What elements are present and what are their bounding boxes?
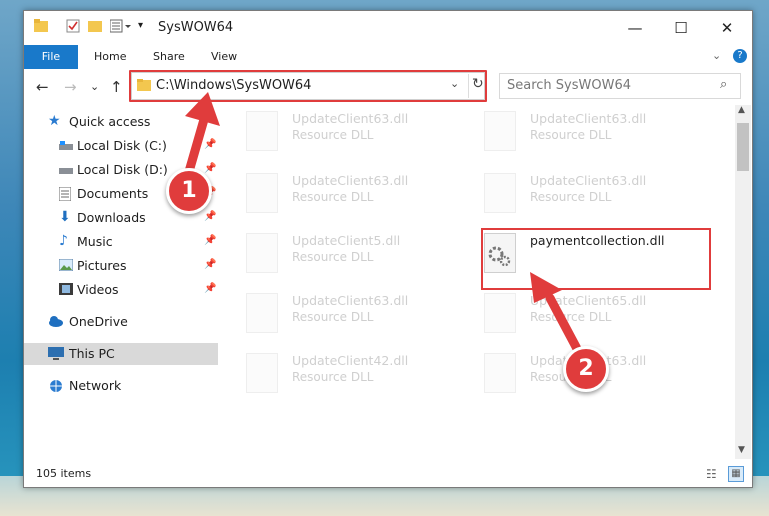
pin-icon: 📌 [204, 139, 217, 150]
search-icon[interactable]: ⌕ [720, 77, 727, 92]
forward-icon[interactable]: → [64, 78, 77, 96]
close-button[interactable]: ✕ [704, 15, 750, 41]
sidebar-item-network[interactable]: Network [24, 375, 218, 397]
scrollbar-thumb[interactable] [737, 123, 749, 171]
sidebar-item-this-pc[interactable]: This PC [24, 343, 218, 365]
scroll-down-icon[interactable]: ▼ [738, 445, 745, 455]
status-bar: 105 items ☷ ▦ [24, 463, 752, 487]
list-item[interactable]: UpdateClient63.dll Resource DLL [246, 293, 466, 347]
documents-icon [58, 186, 73, 202]
help-icon[interactable]: ? [733, 49, 747, 63]
drive-icon [59, 139, 73, 153]
list-item[interactable]: UpdateClient63.dll Resource DLL [484, 173, 704, 227]
list-item[interactable]: UpdateClient63.dll Resource DLL [246, 173, 466, 227]
pin-icon: 📌 [204, 211, 217, 222]
minimize-button[interactable]: — [612, 15, 658, 41]
large-icons-view-icon[interactable]: ▦ [728, 466, 744, 482]
list-item[interactable]: UpdateClient63.dll Resource DLL [246, 111, 466, 165]
cloud-icon [48, 315, 63, 329]
sidebar-item-onedrive[interactable]: OneDrive [24, 311, 218, 333]
title-bar: ▾ SysWOW64 — ☐ ✕ [24, 11, 752, 45]
star-icon: ★ [48, 113, 61, 129]
item-count: 105 items [36, 467, 92, 480]
maximize-button[interactable]: ☐ [658, 15, 704, 41]
list-item[interactable]: UpdateClient63.dll Resource DLL [484, 111, 704, 165]
dll-file-icon [484, 111, 516, 151]
sidebar-item-videos[interactable]: Videos 📌 [24, 279, 218, 301]
recent-locations-icon[interactable]: ⌄ [90, 80, 99, 93]
explorer-window: ▾ SysWOW64 — ☐ ✕ File Home Share View ⌄ … [23, 10, 753, 488]
pin-icon: 📌 [204, 259, 217, 270]
dll-file-icon [484, 173, 516, 213]
details-view-icon[interactable]: ☷ [706, 467, 717, 481]
pin-icon: 📌 [204, 163, 217, 174]
dll-file-icon [484, 353, 516, 393]
folder-icon [34, 19, 48, 36]
videos-icon [59, 283, 73, 297]
sidebar-item-local-disk-c[interactable]: Local Disk (C:) 📌 [24, 135, 218, 157]
address-row: ← → ⌄ ↑ C:\Windows\SysWOW64 ⌄ ↻ Search S… [24, 69, 752, 103]
search-box[interactable]: Search SysWOW64 ⌕ [499, 73, 741, 99]
dll-file-icon [246, 111, 278, 151]
up-icon[interactable]: ↑ [110, 78, 123, 96]
list-item[interactable]: UpdateClient42.dll Resource DLL [246, 353, 466, 407]
dll-file-icon [246, 233, 278, 273]
computer-icon [48, 347, 64, 361]
sidebar-item-quick-access[interactable]: ★ Quick access [24, 111, 218, 133]
dll-file-icon [246, 353, 278, 393]
scroll-up-icon[interactable]: ▲ [738, 105, 745, 115]
sidebar-item-music[interactable]: ♪ Music 📌 [24, 231, 218, 253]
ribbon-tabs: File Home Share View ⌄ ? [24, 45, 752, 69]
dll-file-icon [246, 173, 278, 213]
new-folder-icon[interactable] [88, 19, 102, 36]
dll-file-icon [484, 293, 516, 333]
address-highlight [129, 70, 487, 102]
sidebar-item-pictures[interactable]: Pictures 📌 [24, 255, 218, 277]
pictures-icon [58, 258, 74, 273]
music-icon: ♪ [59, 233, 68, 249]
vertical-scrollbar[interactable]: ▲ ▼ [735, 105, 751, 459]
properties-icon[interactable] [66, 19, 80, 36]
target-file-highlight [481, 228, 711, 290]
list-item[interactable]: UpdateClient5.dll Resource DLL [246, 233, 466, 287]
download-icon: ⬇ [59, 209, 71, 225]
step-1-badge: 1 [166, 168, 212, 214]
pin-icon: 📌 [204, 235, 217, 246]
list-item[interactable]: UpdateClient65.dll Resource DLL [484, 293, 704, 347]
window-title: SysWOW64 [158, 20, 234, 35]
navigation-pane: ★ Quick access Local Disk (C:) 📌 Local D… [24, 105, 220, 461]
customize-toolbar-icon[interactable] [109, 19, 132, 36]
step-2-badge: 2 [563, 346, 609, 392]
back-icon[interactable]: ← [36, 78, 49, 96]
drive-icon [59, 163, 73, 177]
tab-view[interactable]: View [211, 45, 237, 69]
quick-access-dropdown-icon[interactable]: ▾ [138, 20, 143, 31]
dll-file-icon [246, 293, 278, 333]
search-input[interactable]: Search SysWOW64 [507, 78, 631, 93]
network-icon [48, 379, 62, 393]
pin-icon: 📌 [204, 283, 217, 294]
tab-file[interactable]: File [24, 45, 78, 69]
tab-home[interactable]: Home [94, 45, 126, 69]
expand-ribbon-icon[interactable]: ⌄ [712, 49, 721, 62]
tab-share[interactable]: Share [153, 45, 185, 69]
